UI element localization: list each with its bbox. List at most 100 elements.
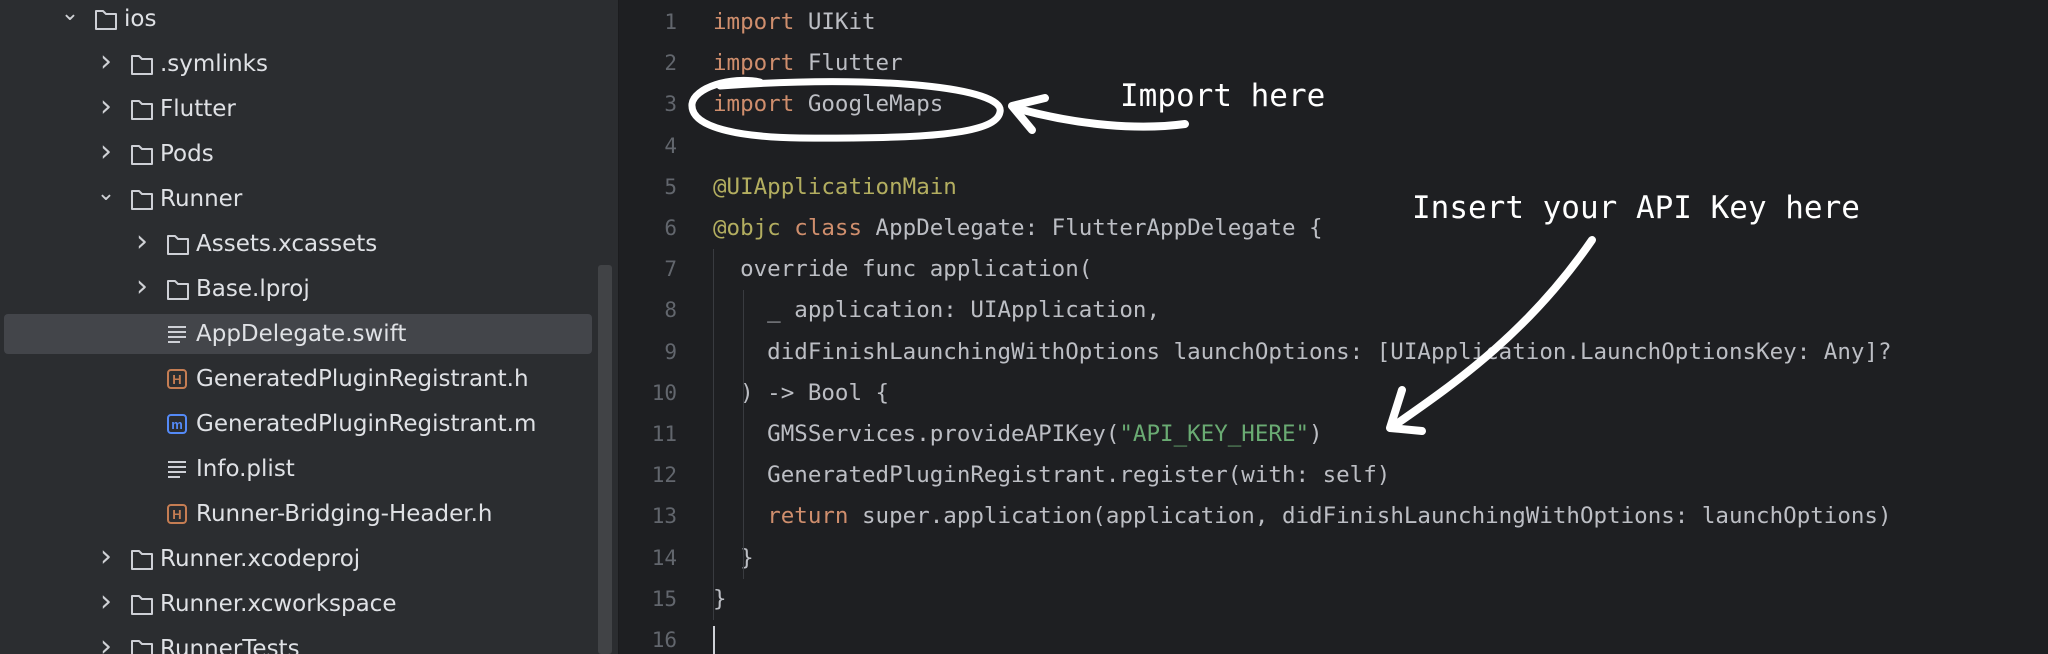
code-line[interactable]: import Flutter: [713, 43, 903, 84]
tree-item[interactable]: AppDelegate.swift: [4, 314, 592, 354]
tree-item[interactable]: Info.plist: [4, 449, 592, 489]
tree-item-label: GeneratedPluginRegistrant.m: [196, 411, 537, 437]
api-key-note: Insert your API Key here: [1412, 190, 1860, 226]
tree-item-label: Pods: [160, 141, 214, 167]
folder-icon: [92, 0, 120, 39]
tree-item-label: Runner.xcworkspace: [160, 591, 397, 617]
tree-item[interactable]: › Pods: [4, 134, 592, 174]
code-token: Flutter: [794, 50, 903, 77]
folder-icon: [128, 539, 156, 579]
chevron-right-icon[interactable]: ›: [96, 134, 116, 174]
code-token: _ application: UIApplication,: [713, 297, 1161, 324]
tree-item-label: Runner.xcodeproj: [160, 546, 361, 572]
tree-item[interactable]: ⌄ Runner: [4, 179, 592, 219]
code-line[interactable]: }: [713, 538, 754, 579]
code-token: GeneratedPluginRegistrant.register(with:…: [713, 462, 1391, 489]
line-number: 15: [651, 586, 677, 611]
line-number: 11: [651, 422, 677, 446]
line-number: 10: [651, 380, 677, 405]
tree-item-label: .symlinks: [160, 51, 268, 77]
keyword-token: import: [713, 50, 795, 77]
code-line[interactable]: GMSServices.provideAPIKey("API_KEY_HERE"…: [713, 414, 1323, 455]
code-line[interactable]: @objc class AppDelegate: FlutterAppDeleg…: [713, 208, 1323, 249]
code-line[interactable]: import UIKit: [713, 2, 876, 43]
folder-icon: [128, 44, 156, 84]
keyword-token: import: [713, 9, 795, 35]
tree-item-label: Flutter: [160, 96, 236, 122]
tree-item-label: AppDelegate.swift: [196, 321, 407, 347]
tree-item[interactable]: › Runner.xcodeproj: [4, 539, 592, 579]
code-line[interactable]: override func application(: [713, 249, 1092, 290]
line-number: 2: [664, 51, 677, 76]
folder-icon: [164, 224, 192, 264]
folder-icon: [128, 629, 156, 654]
folder-icon: [128, 134, 156, 174]
tree-item[interactable]: H Runner-Bridging-Header.h: [4, 494, 592, 534]
code-line[interactable]: return super.application(application, di…: [713, 496, 1891, 537]
code-token: UIKit: [794, 9, 876, 35]
folder-icon: [128, 584, 156, 624]
code-token: override func application(: [713, 256, 1093, 283]
code-editor[interactable]: 1 2 3 4 5 6 7 8 9 10 11 12 13 14 15 16 import UIKit impo…: [619, 0, 2048, 654]
chevron-right-icon[interactable]: ›: [132, 269, 152, 309]
code-line[interactable]: ) -> Bool {: [713, 373, 889, 414]
tree-item-label: Assets.xcassets: [196, 231, 378, 257]
file-badge-letter: H: [172, 372, 181, 387]
indent-guide: [743, 290, 744, 579]
keyword-token: import: [713, 91, 795, 118]
code-token: ) -> Bool {: [713, 379, 890, 406]
code-line[interactable]: didFinishLaunchingWithOptions launchOpti…: [713, 332, 1892, 373]
annotation-token: @objc: [713, 215, 781, 241]
line-number: 8: [664, 298, 677, 323]
code-line[interactable]: }: [713, 579, 727, 620]
tree-item-label: Base.lproj: [196, 276, 310, 302]
tree-item[interactable]: › .symlinks: [4, 44, 592, 84]
objc-file-icon: m: [164, 404, 192, 444]
tree-item[interactable]: › RunnerTests: [4, 629, 592, 654]
text-cursor: [713, 626, 715, 654]
tree-item[interactable]: › Base.lproj: [4, 269, 592, 309]
code-token: didFinishLaunchingWithOptions launchOpti…: [713, 338, 1892, 365]
string-literal: "API_KEY_HERE": [1119, 421, 1310, 447]
chevron-right-icon[interactable]: ›: [96, 89, 116, 129]
tree-item[interactable]: H GeneratedPluginRegistrant.h: [4, 359, 592, 399]
chevron-down-icon[interactable]: ⌄: [60, 0, 80, 39]
line-number: 14: [651, 545, 677, 570]
line-number: 12: [651, 463, 677, 488]
folder-icon: [128, 179, 156, 219]
tree-item[interactable]: › Flutter: [4, 89, 592, 129]
chevron-right-icon[interactable]: ›: [96, 44, 116, 84]
file-badge-letter: m: [171, 417, 183, 432]
code-token: }: [713, 544, 754, 571]
tree-item[interactable]: › Runner.xcworkspace: [4, 584, 592, 624]
code-token: GMSServices.provideAPIKey(: [713, 421, 1120, 447]
code-line[interactable]: GeneratedPluginRegistrant.register(with:…: [713, 455, 1390, 496]
tree-item[interactable]: m GeneratedPluginRegistrant.m: [4, 404, 592, 444]
tree-item[interactable]: ⌄ ios: [4, 0, 592, 39]
chevron-right-icon[interactable]: ›: [96, 629, 116, 654]
chevron-right-icon[interactable]: ›: [96, 539, 116, 579]
code-line[interactable]: import GoogleMaps: [713, 84, 943, 125]
tree-item-label: Runner-Bridging-Header.h: [196, 501, 493, 527]
project-tree-panel: ⌄ ios › .symlinks › Flutter › Pods ⌄ Runner › Asset…: [0, 0, 618, 654]
tree-item-label: ios: [124, 6, 157, 32]
import-note: Import here: [1120, 78, 1326, 114]
indent-guide: [713, 249, 714, 620]
tree-item-label: Info.plist: [196, 456, 295, 482]
chevron-right-icon[interactable]: ›: [132, 224, 152, 264]
tree-item-label: GeneratedPluginRegistrant.h: [196, 366, 529, 392]
code-line[interactable]: @UIApplicationMain: [713, 167, 957, 208]
folder-icon: [164, 269, 192, 309]
line-number: 3: [664, 92, 677, 117]
chevron-right-icon[interactable]: ›: [96, 584, 116, 624]
code-token: ): [1309, 421, 1323, 447]
annotation-token: @UIApplicationMain: [713, 173, 957, 200]
folder-icon: [128, 89, 156, 129]
chevron-down-icon[interactable]: ⌄: [96, 179, 116, 219]
project-tree-scrollbar[interactable]: [598, 265, 612, 654]
code-line[interactable]: _ application: UIApplication,: [713, 290, 1160, 331]
tree-item-label: RunnerTests: [160, 636, 300, 654]
tree-item[interactable]: › Assets.xcassets: [4, 224, 592, 264]
file-badge-letter: H: [172, 507, 181, 522]
